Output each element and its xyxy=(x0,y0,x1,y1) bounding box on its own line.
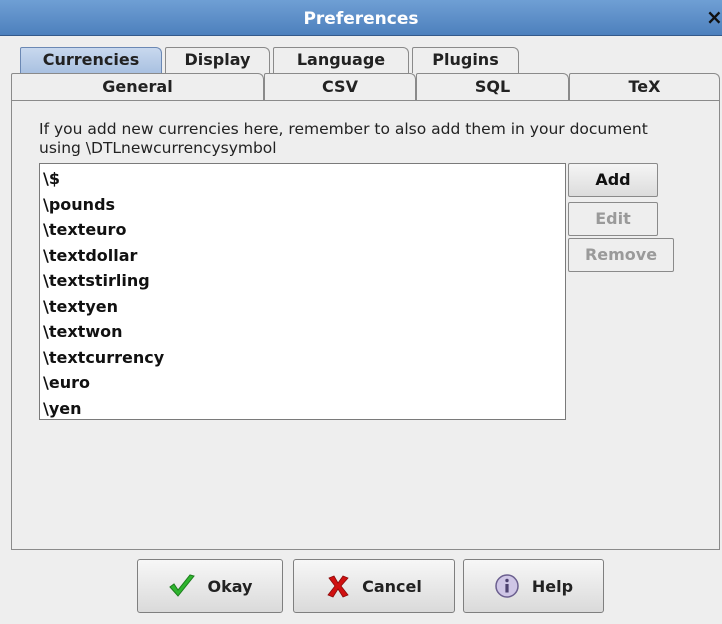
list-item[interactable]: \textdollar xyxy=(40,243,565,269)
okay-button[interactable]: Okay xyxy=(137,559,283,613)
list-item[interactable]: \textcurrency xyxy=(40,345,565,371)
remove-button[interactable]: Remove xyxy=(568,238,674,272)
tab-label: Currencies xyxy=(42,50,140,69)
tab-label: TeX xyxy=(628,77,661,96)
tab-label: Language xyxy=(296,50,386,69)
cancel-label: Cancel xyxy=(362,576,422,596)
list-item[interactable]: \yen xyxy=(40,396,565,422)
tab-label: Display xyxy=(184,50,251,69)
window-title: Preferences xyxy=(303,9,419,29)
close-icon[interactable]: × xyxy=(706,6,722,28)
tab-label: SQL xyxy=(474,77,511,96)
currency-list[interactable]: \$ \pounds \texteuro \textdollar \textst… xyxy=(39,163,566,420)
list-item[interactable]: \euro xyxy=(40,370,565,396)
help-label: Help xyxy=(531,576,574,596)
list-item[interactable]: \textstirling xyxy=(40,268,565,294)
info-icon xyxy=(494,573,520,599)
list-item[interactable]: \texteuro xyxy=(40,217,565,243)
tab-plugins[interactable]: Plugins xyxy=(412,47,519,73)
tab-label: CSV xyxy=(322,77,358,96)
title-bar: Preferences × xyxy=(0,0,722,36)
check-icon xyxy=(168,573,196,599)
list-item[interactable]: \textyen xyxy=(40,294,565,320)
tab-label: Plugins xyxy=(432,50,499,69)
cancel-button[interactable]: Cancel xyxy=(293,559,455,613)
tab-language[interactable]: Language xyxy=(273,47,409,73)
tab-csv[interactable]: CSV xyxy=(264,73,416,100)
list-item[interactable]: \pounds xyxy=(40,192,565,218)
okay-label: Okay xyxy=(207,576,253,596)
help-button[interactable]: Help xyxy=(463,559,604,613)
x-mark-icon xyxy=(326,574,350,598)
info-text: If you add new currencies here, remember… xyxy=(39,120,648,157)
tab-sql[interactable]: SQL xyxy=(416,73,569,100)
tab-currencies[interactable]: Currencies xyxy=(20,47,162,73)
add-button[interactable]: Add xyxy=(568,163,658,197)
tab-display[interactable]: Display xyxy=(165,47,270,73)
list-item[interactable]: \textwon xyxy=(40,319,565,345)
tab-general[interactable]: General xyxy=(11,73,264,100)
tab-tex[interactable]: TeX xyxy=(569,73,720,100)
list-item[interactable]: \$ xyxy=(40,166,565,192)
tab-label: General xyxy=(102,77,173,96)
edit-button[interactable]: Edit xyxy=(568,202,658,236)
